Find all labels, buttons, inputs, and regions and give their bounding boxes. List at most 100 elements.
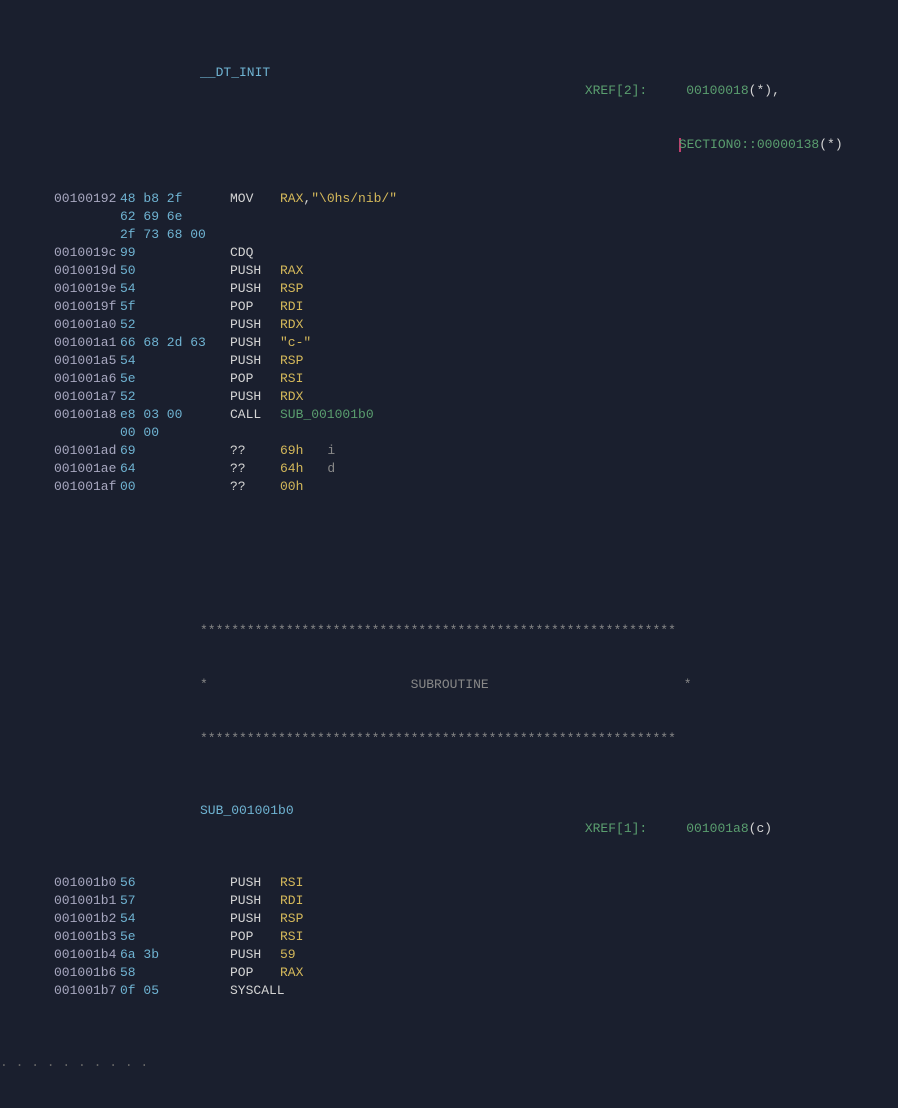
instruction-row[interactable]: 001001b157PUSHRDI	[0, 892, 898, 910]
xref-sub: XREF[1]: 001001a8(c)	[538, 802, 898, 820]
bytes: 57	[120, 892, 200, 910]
subroutine-label-row: SUB_001001b0 XREF[1]: 001001a8(c)	[0, 802, 898, 820]
instruction-row[interactable]: 00 00	[0, 424, 898, 442]
address: 001001b6	[0, 964, 120, 982]
xref-continuation: SECTION0::00000138(*)	[0, 118, 898, 136]
address: 001001b4	[0, 946, 120, 964]
mnemonic	[200, 226, 280, 244]
bytes: 69	[120, 442, 200, 460]
mnemonic: PUSH	[200, 334, 280, 352]
mnemonic: CALL	[200, 406, 280, 424]
operands: RDX	[280, 388, 898, 406]
mnemonic: PUSH	[200, 262, 280, 280]
instruction-row[interactable]: 001001a752PUSHRDX	[0, 388, 898, 406]
operand: RAX	[280, 965, 303, 980]
bytes: 00	[120, 478, 200, 496]
operand: RDI	[280, 893, 303, 908]
mnemonic: PUSH	[200, 352, 280, 370]
address: 001001a7	[0, 388, 120, 406]
mnemonic	[200, 424, 280, 442]
bytes: 58	[120, 964, 200, 982]
bytes: 2f 73 68 00	[120, 226, 200, 244]
instruction-row[interactable]: 0010019c99CDQ	[0, 244, 898, 262]
operands: RSI	[280, 874, 898, 892]
instruction-row[interactable]: 001001b658POPRAX	[0, 964, 898, 982]
instruction-row[interactable]: 001001ad69??69hi	[0, 442, 898, 460]
operand: 69h	[280, 443, 303, 458]
mnemonic: PUSH	[200, 892, 280, 910]
bytes: 0f 05	[120, 982, 200, 1000]
operand: 59	[280, 947, 296, 962]
subroutine-label[interactable]: SUB_001001b0	[0, 802, 294, 820]
operands: RSP	[280, 280, 898, 298]
instruction-row[interactable]: 0010019f5fPOPRDI	[0, 298, 898, 316]
operands: RAX,"\0hs/nib/"	[280, 190, 898, 208]
mnemonic: POP	[200, 370, 280, 388]
instruction-row[interactable]: 62 69 6e	[0, 208, 898, 226]
operands: RSP	[280, 910, 898, 928]
address: 00100192	[0, 190, 120, 208]
operand: RSP	[280, 281, 303, 296]
address: 001001b7	[0, 982, 120, 1000]
operand: 00h	[280, 479, 303, 494]
bytes: 56	[120, 874, 200, 892]
address: 0010019e	[0, 280, 120, 298]
operand: RAX	[280, 191, 303, 206]
bytes: 5e	[120, 928, 200, 946]
bytes: e8 03 00	[120, 406, 200, 424]
mnemonic: CDQ	[200, 244, 280, 262]
instruction-row[interactable]: 001001b254PUSHRSP	[0, 910, 898, 928]
operands: 59	[280, 946, 898, 964]
instruction-row[interactable]: 001001a166 68 2d 63PUSH"c-"	[0, 334, 898, 352]
operands	[280, 424, 898, 442]
operand: RSI	[280, 875, 303, 890]
instruction-row[interactable]: 001001b35ePOPRSI	[0, 928, 898, 946]
instruction-row[interactable]: 0010019248 b8 2fMOVRAX,"\0hs/nib/"	[0, 190, 898, 208]
instruction-row[interactable]: 001001b46a 3bPUSH59	[0, 946, 898, 964]
operands: RAX	[280, 964, 898, 982]
char-repr: i	[303, 443, 335, 458]
instruction-row[interactable]: 0010019d50PUSHRAX	[0, 262, 898, 280]
operands: RSP	[280, 352, 898, 370]
instruction-row[interactable]: 0010019e54PUSHRSP	[0, 280, 898, 298]
footer-dots: . . . . . . . . . .	[0, 1054, 898, 1072]
instruction-row[interactable]: 001001a8e8 03 00CALLSUB_001001b0	[0, 406, 898, 424]
mnemonic: PUSH	[200, 946, 280, 964]
operands: RDX	[280, 316, 898, 334]
bytes: 5e	[120, 370, 200, 388]
instruction-row[interactable]: 2f 73 68 00	[0, 226, 898, 244]
banner-bottom: ****************************************…	[0, 730, 898, 748]
mnemonic: SYSCALL	[200, 982, 280, 1000]
instruction-row[interactable]: 001001a052PUSHRDX	[0, 316, 898, 334]
label-row: __DT_INIT XREF[2]: 00100018(*),	[0, 64, 898, 82]
instruction-row[interactable]: 001001b056PUSHRSI	[0, 874, 898, 892]
operand: RSP	[280, 353, 303, 368]
operands: SUB_001001b0	[280, 406, 898, 424]
address: 0010019d	[0, 262, 120, 280]
address: 001001a5	[0, 352, 120, 370]
address: 001001b1	[0, 892, 120, 910]
xref-header: XREF[2]: 00100018(*),	[538, 64, 898, 82]
address: 001001af	[0, 478, 120, 496]
instruction-row[interactable]: 001001a554PUSHRSP	[0, 352, 898, 370]
bytes: 54	[120, 910, 200, 928]
mnemonic: PUSH	[200, 280, 280, 298]
instruction-row[interactable]: 001001b70f 05SYSCALL	[0, 982, 898, 1000]
instruction-row[interactable]: 001001ae64??64hd	[0, 460, 898, 478]
mnemonic: ??	[200, 442, 280, 460]
bytes: 48 b8 2f	[120, 190, 200, 208]
operand: 64h	[280, 461, 303, 476]
operands	[280, 226, 898, 244]
instruction-row[interactable]: 001001af00??00h	[0, 478, 898, 496]
operands: 64hd	[280, 460, 898, 478]
instruction-row[interactable]: 001001a65ePOPRSI	[0, 370, 898, 388]
operands: RSI	[280, 928, 898, 946]
address: 001001a0	[0, 316, 120, 334]
mnemonic: ??	[200, 478, 280, 496]
address: 0010019c	[0, 244, 120, 262]
bytes: 99	[120, 244, 200, 262]
operand[interactable]: SUB_001001b0	[280, 407, 374, 422]
bytes: 64	[120, 460, 200, 478]
disassembly-listing[interactable]: __DT_INIT XREF[2]: 00100018(*), SECTION0…	[0, 10, 898, 1108]
operand: "c-"	[280, 335, 311, 350]
